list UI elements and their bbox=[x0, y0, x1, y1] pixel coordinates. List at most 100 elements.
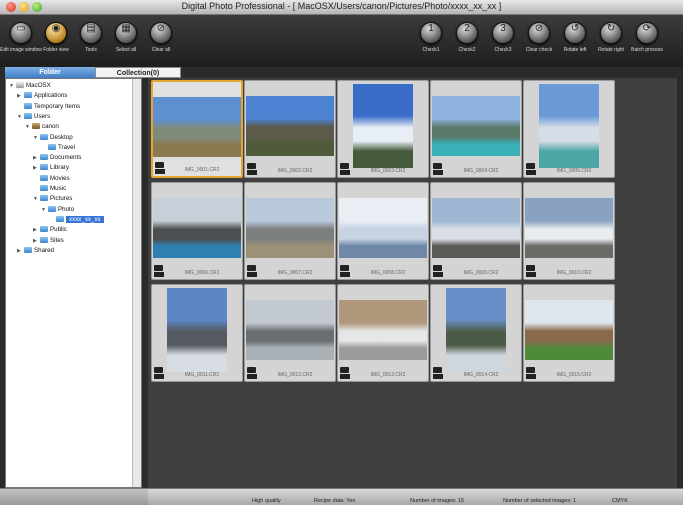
camera-icon bbox=[340, 265, 349, 271]
thumbnail-filename: IMG_0009.CR2 bbox=[463, 270, 499, 276]
tree-item-label: Photo bbox=[58, 205, 75, 213]
camera-icon bbox=[154, 265, 163, 271]
tree-item[interactable]: ▼ MacOSX bbox=[9, 81, 51, 91]
disclosure-open-icon[interactable]: ▼ bbox=[17, 112, 24, 122]
folder-icon bbox=[24, 246, 32, 253]
tab-collection[interactable]: Collection(0) bbox=[95, 67, 181, 78]
tree-item[interactable]: ▼ Photo bbox=[41, 205, 74, 215]
clear-all-button[interactable]: ⊘ Clear all bbox=[140, 18, 182, 53]
disclosure-closed-icon[interactable]: ▶ bbox=[17, 91, 24, 101]
thumbnail[interactable]: IMG_0002.CR2 bbox=[244, 80, 336, 178]
camera-icon bbox=[433, 163, 442, 169]
disclosure-open-icon[interactable]: ▼ bbox=[41, 205, 48, 215]
folder-icon bbox=[40, 133, 48, 140]
status-recipe: Recipe data: Yes bbox=[314, 498, 356, 504]
thumbnail[interactable]: IMG_0015.CR2 bbox=[523, 284, 615, 382]
thumbnail-photo bbox=[246, 96, 334, 156]
thumbnail-icons bbox=[247, 163, 257, 175]
thumbnail[interactable]: IMG_0014.CR2 bbox=[430, 284, 522, 382]
sidebar-scrollbar[interactable] bbox=[132, 79, 141, 487]
grid-scrollbar[interactable] bbox=[677, 78, 683, 488]
folder-icon bbox=[40, 195, 48, 202]
tree-item-label: Sites bbox=[50, 236, 64, 244]
clear-all-icon: ⊘ bbox=[150, 22, 172, 44]
disclosure-open-icon[interactable]: ▼ bbox=[9, 81, 16, 91]
thumbnail-photo bbox=[246, 198, 334, 258]
thumbnail-filename: IMG_0004.CR2 bbox=[463, 168, 499, 174]
thumbnail-icons bbox=[154, 367, 164, 379]
thumbnail-icons bbox=[433, 163, 443, 175]
thumbnail-photo bbox=[353, 84, 413, 168]
tree-item[interactable]: Movies bbox=[33, 174, 70, 184]
raw-icon bbox=[247, 374, 257, 379]
thumbnail-filename: IMG_0014.CR2 bbox=[463, 372, 499, 378]
disclosure-open-icon[interactable]: ▼ bbox=[25, 122, 32, 132]
thumbnail[interactable]: IMG_0001.CR2 bbox=[151, 80, 243, 178]
toolbar-button-label: Clear all bbox=[151, 47, 171, 53]
status-bar-left bbox=[0, 489, 148, 505]
thumbnail[interactable]: IMG_0008.CR2 bbox=[337, 182, 429, 280]
thumbnail-photo bbox=[339, 300, 427, 360]
camera-icon bbox=[433, 265, 442, 271]
tree-item[interactable]: ▶ Shared bbox=[17, 246, 54, 256]
thumbnail-filename: IMG_0003.CR2 bbox=[370, 168, 406, 174]
thumbnail[interactable]: IMG_0003.CR2 bbox=[337, 80, 429, 178]
folder-icon bbox=[24, 112, 32, 119]
tree-item[interactable]: xxxx_xx_xx bbox=[49, 215, 104, 225]
thumbnail[interactable]: IMG_0007.CR2 bbox=[244, 182, 336, 280]
tree-item[interactable]: ▶ Applications bbox=[17, 91, 67, 101]
thumbnail[interactable]: IMG_0006.CR2 bbox=[151, 182, 243, 280]
tree-item[interactable]: ▶ Public bbox=[33, 225, 67, 235]
tree-item[interactable]: ▶ Library bbox=[33, 163, 69, 173]
tree-item[interactable]: ▶ Sites bbox=[33, 236, 64, 246]
thumbnail[interactable]: IMG_0012.CR2 bbox=[244, 284, 336, 382]
thumbnail[interactable]: IMG_0004.CR2 bbox=[430, 80, 522, 178]
tree-item[interactable]: Travel bbox=[41, 143, 75, 153]
tree-item[interactable]: Music bbox=[33, 184, 66, 194]
thumbnail-filename: IMG_0010.CR2 bbox=[556, 270, 592, 276]
thumbnail-filename: IMG_0007.CR2 bbox=[277, 270, 313, 276]
raw-icon bbox=[526, 170, 536, 175]
thumbnail-icons bbox=[526, 367, 536, 379]
tree-item-label: Temporary Items bbox=[34, 102, 81, 110]
status-cmyk: CMYK bbox=[612, 498, 628, 504]
tree-item[interactable]: ▼ Pictures bbox=[33, 194, 72, 204]
tree-item[interactable]: ▼ Desktop bbox=[33, 133, 73, 143]
thumbnail[interactable]: IMG_0009.CR2 bbox=[430, 182, 522, 280]
thumbnail-filename: IMG_0001.CR2 bbox=[184, 167, 220, 173]
thumbnail-photo bbox=[539, 84, 599, 168]
thumbnail-filename: IMG_0008.CR2 bbox=[370, 270, 406, 276]
tree-item[interactable]: ▼ Users bbox=[17, 112, 50, 122]
thumbnail-filename: IMG_0011.CR2 bbox=[184, 372, 220, 378]
select-all-icon: ▦ bbox=[115, 22, 137, 44]
disclosure-closed-icon[interactable]: ▶ bbox=[17, 246, 24, 256]
thumbnail[interactable]: IMG_0013.CR2 bbox=[337, 284, 429, 382]
batch-process-button[interactable]: ⟳ Batch process bbox=[626, 18, 668, 53]
edit-image-icon: ▭ bbox=[10, 22, 32, 44]
disclosure-closed-icon[interactable]: ▶ bbox=[33, 225, 40, 235]
raw-icon bbox=[247, 170, 257, 175]
folder-icon bbox=[40, 164, 48, 171]
tree-item[interactable]: ▼ canon bbox=[25, 122, 59, 132]
tree-item[interactable]: ▶ Documents bbox=[33, 153, 81, 163]
tree-item[interactable]: Temporary Items bbox=[17, 102, 80, 112]
disclosure-open-icon[interactable]: ▼ bbox=[33, 194, 40, 204]
camera-icon bbox=[154, 367, 163, 373]
thumbnail[interactable]: IMG_0005.CR2 bbox=[523, 80, 615, 178]
toolbar: ▭ Edit image window ◉ Folder view ▤ Tools ▦ Sel… bbox=[0, 15, 683, 67]
disclosure-closed-icon[interactable]: ▶ bbox=[33, 236, 40, 246]
thumbnail-photo bbox=[446, 288, 506, 372]
thumbnail-filename: IMG_0012.CR2 bbox=[277, 372, 313, 378]
disclosure-closed-icon[interactable]: ▶ bbox=[33, 163, 40, 173]
disclosure-closed-icon[interactable]: ▶ bbox=[33, 153, 40, 163]
thumbnail-photo bbox=[153, 97, 241, 157]
tree-item-label: Movies bbox=[50, 174, 70, 182]
rotate-left-icon: ↺ bbox=[564, 22, 586, 44]
thumbnail[interactable]: IMG_0010.CR2 bbox=[523, 182, 615, 280]
tab-folder[interactable]: Folder bbox=[5, 67, 95, 78]
disclosure-open-icon[interactable]: ▼ bbox=[33, 133, 40, 143]
camera-icon bbox=[433, 367, 442, 373]
thumbnail-icons bbox=[247, 367, 257, 379]
thumbnail[interactable]: IMG_0011.CR2 bbox=[151, 284, 243, 382]
title-bar: Digital Photo Professional - [ MacOSX/Us… bbox=[0, 0, 683, 15]
